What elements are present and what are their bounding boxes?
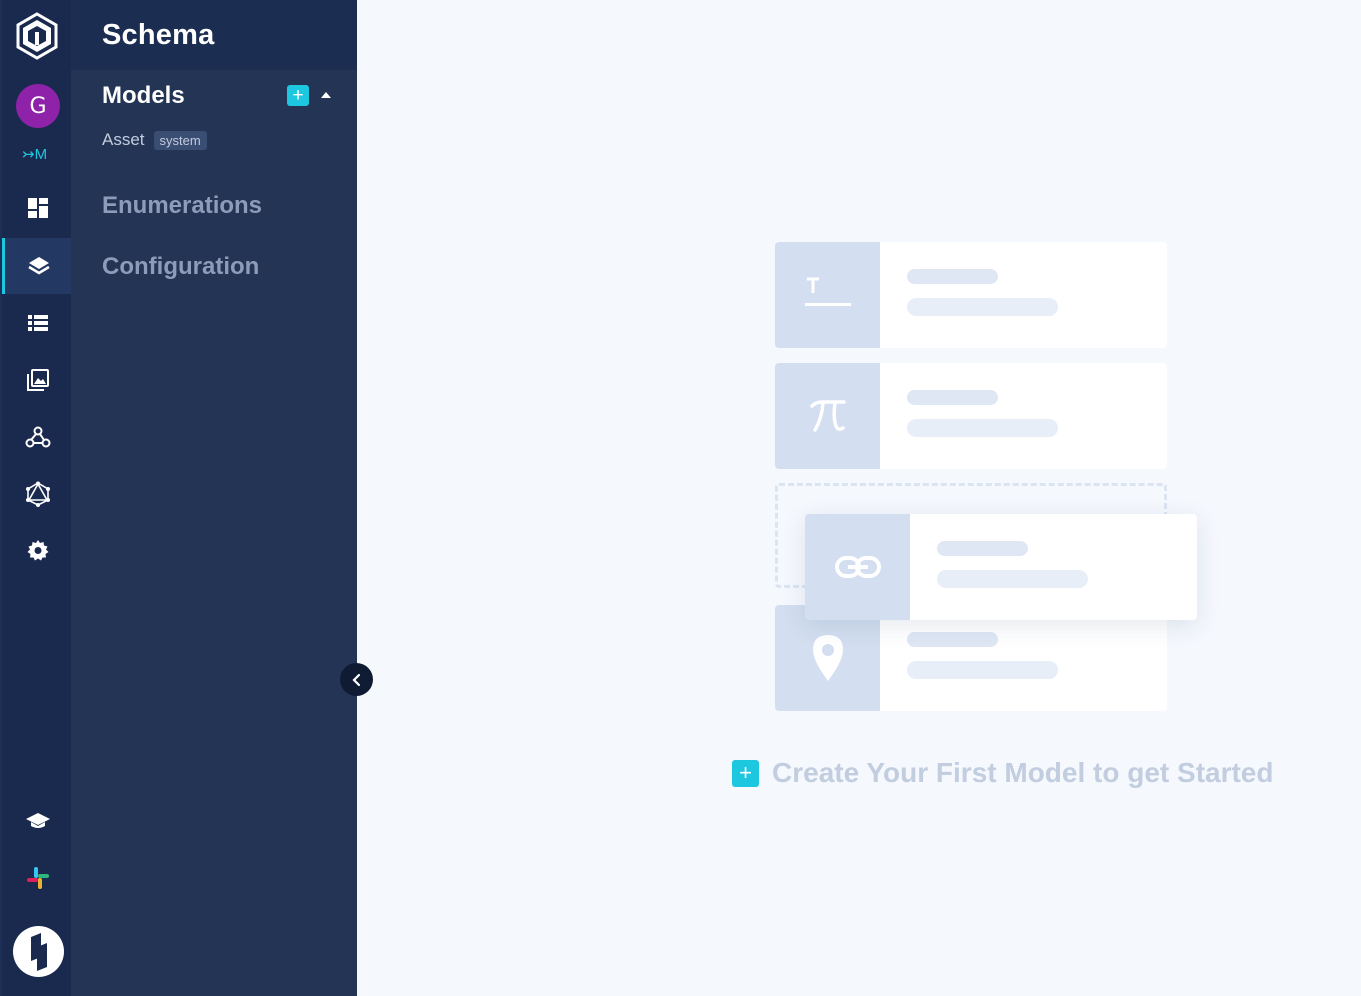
rail-webhooks[interactable] — [2, 409, 73, 465]
caret-up-icon[interactable] — [321, 92, 331, 98]
webhook-icon — [25, 426, 50, 448]
brand-badge-icon[interactable] — [13, 926, 64, 977]
icon-rail: G ↣M — [0, 0, 73, 996]
schema-sidebar: Schema Models + Asset system Enumeration… — [71, 0, 357, 996]
rail-dashboard[interactable] — [2, 180, 73, 236]
sidebar-title: Schema — [102, 18, 215, 51]
link-icon — [834, 556, 881, 578]
plus-icon: + — [732, 759, 759, 787]
cta-text[interactable]: Create Your First Model to get Started — [772, 757, 1273, 789]
rail-settings[interactable] — [2, 523, 73, 579]
location-pin-icon — [812, 635, 843, 681]
enumerations-section[interactable]: Enumerations — [102, 192, 262, 220]
environment-indicator[interactable]: ↣M — [22, 144, 56, 164]
images-icon — [26, 369, 49, 391]
pi-icon — [809, 400, 846, 432]
text-field-icon — [804, 277, 851, 306]
rail-content[interactable] — [2, 295, 73, 351]
slack-icon — [26, 867, 49, 889]
illustration-card-text — [775, 242, 1167, 348]
models-section-header[interactable]: Models — [102, 82, 185, 110]
rail-api-playground[interactable] — [2, 466, 73, 522]
rail-assets[interactable] — [2, 352, 73, 408]
app-logo-icon[interactable] — [15, 12, 59, 60]
add-model-button[interactable]: + — [287, 85, 309, 106]
rail-schema[interactable] — [2, 238, 73, 294]
gear-icon — [27, 540, 48, 561]
dashboard-icon — [27, 198, 48, 218]
rail-slack[interactable] — [2, 850, 73, 906]
graphql-icon — [25, 481, 50, 507]
sidebar-header: Schema — [71, 0, 357, 70]
illustration-card-reference — [805, 514, 1197, 620]
system-badge: system — [153, 130, 207, 150]
collapse-sidebar-button[interactable] — [340, 663, 373, 696]
configuration-section[interactable]: Configuration — [102, 253, 259, 281]
model-list-item[interactable]: Asset system — [102, 130, 207, 150]
illustration-card-location — [775, 605, 1167, 711]
illustration-card-number — [775, 363, 1167, 469]
user-avatar[interactable]: G — [16, 84, 60, 128]
chevron-left-icon — [351, 673, 360, 686]
create-first-model-cta[interactable]: + Create Your First Model to get Started — [732, 757, 1273, 789]
rail-docs[interactable] — [2, 793, 73, 849]
list-icon — [27, 315, 48, 331]
layers-icon — [28, 257, 50, 275]
model-name: Asset — [102, 130, 145, 149]
graduation-cap-icon — [25, 813, 50, 828]
